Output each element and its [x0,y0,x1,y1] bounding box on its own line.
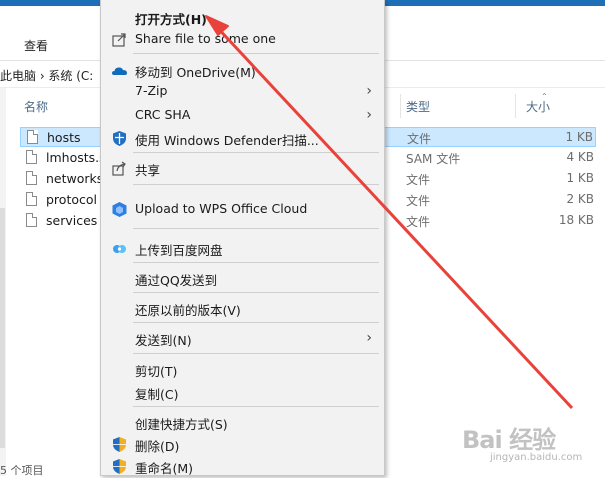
tab-view[interactable]: 查看 [24,37,48,54]
file-icon [26,192,37,206]
menu-separator [133,184,379,185]
menu-item-wps-upload[interactable]: Upload to WPS Office Cloud [101,198,384,220]
menu-item-rename[interactable]: 重命名(M) [101,455,384,477]
menu-item-open-with[interactable]: 打开方式(H) [101,6,384,28]
menu-item-qq-send[interactable]: 通过QQ发送到 [101,267,384,289]
menu-item-label: 使用 Windows Defender扫描... [135,133,319,148]
column-header-name[interactable]: 名称 [24,98,48,115]
baidu-netdisk-icon [113,245,126,253]
column-divider[interactable] [400,94,401,118]
menu-item-label: CRC SHA [135,107,191,122]
file-type: 文件 [407,132,432,146]
menu-item-7zip[interactable]: 7-Zip › [101,80,384,102]
file-icon [27,130,38,144]
menu-item-label: Share file to some one [135,31,276,46]
menu-item-label: 通过QQ发送到 [135,273,218,288]
menu-item-baidu-upload[interactable]: 上传到百度网盘 [101,237,384,259]
menu-item-label: 移动到 OneDrive(M) [135,65,256,80]
menu-item-cut[interactable]: 剪切(T) [101,358,384,380]
file-icon [26,150,37,164]
menu-item-label: Upload to WPS Office Cloud [135,201,308,216]
baidu-watermark: Bai 经验 jingyan.baidu.com [462,420,602,474]
sort-chevron-icon: ⌃ [541,92,548,101]
file-icon [26,213,37,227]
uac-shield-icon [113,437,126,452]
submenu-chevron-icon: › [366,83,372,99]
menu-separator [133,228,379,229]
file-name: hosts [47,130,81,145]
menu-item-label: 还原以前的版本(V) [135,303,241,318]
menu-item-label: 上传到百度网盘 [135,243,223,258]
menu-item-send-to[interactable]: 发送到(N) › [101,327,384,349]
submenu-chevron-icon: › [366,107,372,123]
file-type: SAM 文件 [406,152,461,166]
menu-item-label: 复制(C) [135,387,179,402]
file-size: 1 KB [566,171,594,185]
file-size: 2 KB [566,192,594,206]
menu-separator [133,262,379,263]
share-icon [112,161,126,176]
menu-separator [133,406,379,407]
file-type: 文件 [406,194,431,208]
menu-item-label: 共享 [135,163,161,178]
column-divider[interactable] [515,94,516,118]
submenu-chevron-icon: › [366,330,372,346]
wps-cloud-icon [112,202,127,217]
menu-separator [133,292,379,293]
file-size: 4 KB [566,150,594,164]
defender-shield-icon [113,131,126,146]
share-out-icon [112,33,126,47]
menu-item-label: 创建快捷方式(S) [135,417,228,432]
menu-item-label: 发送到(N) [135,333,192,348]
file-name: lmhosts.s [46,150,106,165]
menu-item-create-shortcut[interactable]: 创建快捷方式(S) [101,411,384,433]
menu-separator [133,152,379,153]
watermark-url: jingyan.baidu.com [490,452,583,463]
menu-item-defender-scan[interactable]: 使用 Windows Defender扫描... [101,127,384,149]
menu-item-onedrive[interactable]: 移动到 OneDrive(M) [101,59,384,81]
watermark-logo: Bai 经验 [462,426,556,454]
onedrive-cloud-icon [112,67,127,75]
navigation-pane [0,88,6,476]
context-menu: 打开方式(H) Share file to some one 移动到 OneDr… [100,0,385,476]
menu-item-crc-sha[interactable]: CRC SHA › [101,104,384,126]
file-name: services [46,213,98,228]
menu-item-delete[interactable]: 删除(D) [101,433,384,455]
menu-separator [133,353,379,354]
menu-item-label: 7-Zip [135,83,168,98]
breadcrumb[interactable]: 此电脑 › 系统 (C: [0,67,93,84]
column-header-type[interactable]: 类型 [406,98,430,115]
menu-item-label: 删除(D) [135,439,180,454]
menu-separator [133,53,379,54]
file-name: protocol [46,192,97,207]
menu-item-label: 重命名(M) [135,461,194,476]
nav-scrollbar-thumb[interactable] [0,208,5,448]
file-type: 文件 [406,173,431,187]
file-name: networks [46,171,104,186]
file-size: 1 KB [565,130,593,144]
menu-item-restore-previous[interactable]: 还原以前的版本(V) [101,297,384,319]
uac-shield-icon [113,459,126,474]
menu-item-label: 剪切(T) [135,364,178,379]
menu-separator [133,322,379,323]
menu-item-share-file[interactable]: Share file to some one [101,28,384,50]
menu-item-share[interactable]: 共享 [101,157,384,179]
file-size: 18 KB [558,213,594,227]
file-icon [26,171,37,185]
menu-item-label: 打开方式(H) [135,12,207,27]
menu-item-copy[interactable]: 复制(C) [101,381,384,403]
file-type: 文件 [406,215,431,229]
